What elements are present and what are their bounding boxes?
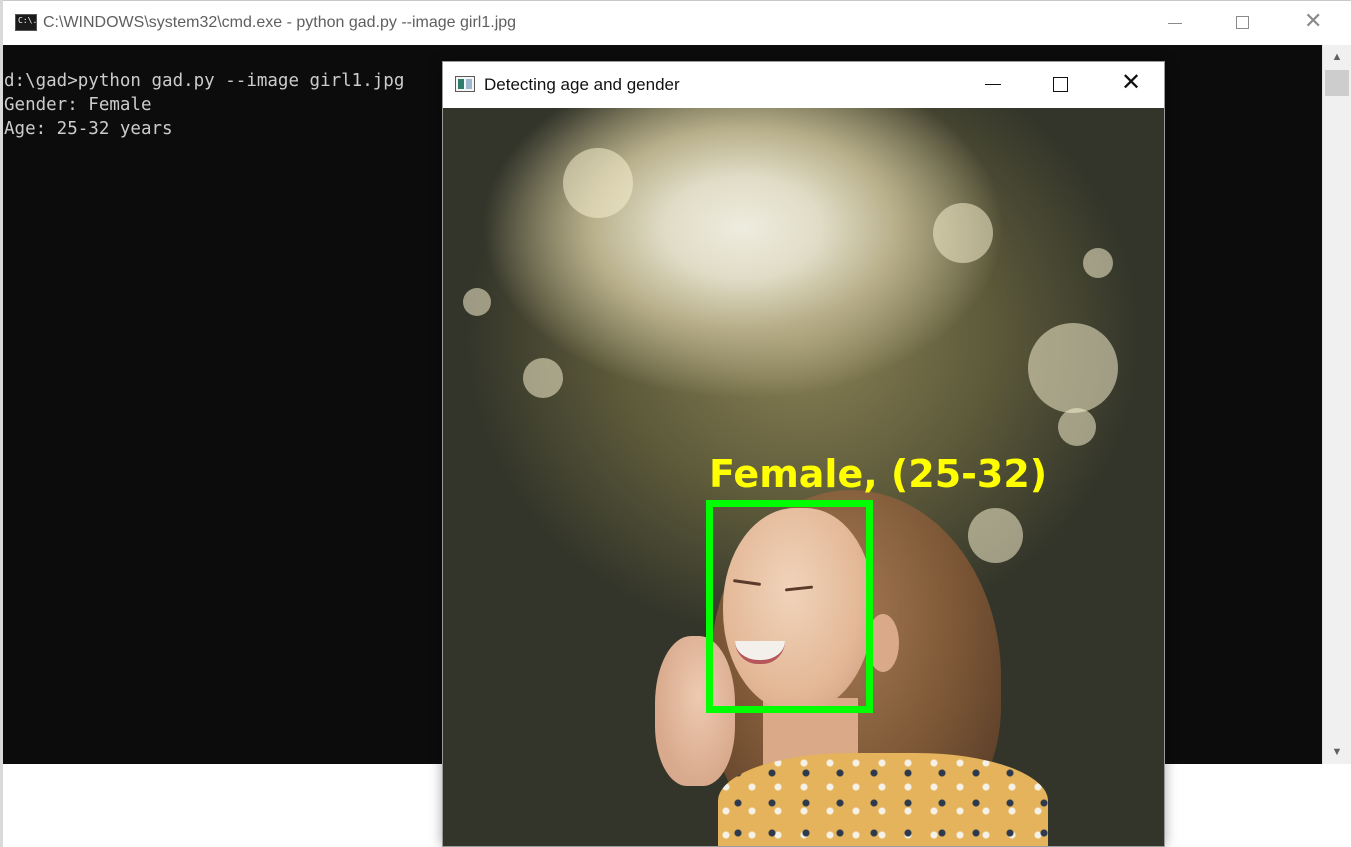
detection-label: Female, (25-32) xyxy=(709,452,1048,496)
cmd-titlebar[interactable]: C:\. C:\WINDOWS\system32\cmd.exe - pytho… xyxy=(3,0,1351,45)
cmd-icon-text: C:\. xyxy=(18,16,38,25)
close-icon: ✕ xyxy=(1304,8,1323,33)
cmd-minimize-button[interactable] xyxy=(1141,1,1209,45)
face-detection-box xyxy=(706,500,873,713)
console-line: Gender: Female xyxy=(4,95,152,115)
floral-dress xyxy=(718,753,1048,846)
minimize-icon xyxy=(1168,23,1182,24)
cmd-maximize-button[interactable] xyxy=(1209,1,1277,45)
bokeh-light xyxy=(463,288,491,316)
console-line: Age: 25-32 years xyxy=(4,119,173,139)
bokeh-light xyxy=(1083,248,1113,278)
scroll-down-arrow-icon[interactable]: ▼ xyxy=(1323,743,1351,761)
bokeh-light xyxy=(1058,408,1096,446)
console-line: d:\gad>python gad.py --image girl1.jpg xyxy=(4,71,405,91)
image-window-titlebar[interactable]: Detecting age and gender ✕ xyxy=(443,62,1164,108)
cmd-icon[interactable]: C:\. xyxy=(15,14,37,31)
image-maximize-button[interactable] xyxy=(1026,62,1094,108)
image-window: Detecting age and gender ✕ Female, (25-3… xyxy=(442,61,1165,847)
console-text: d:\gad>python gad.py --image girl1.jpg G… xyxy=(4,69,404,141)
minimize-icon xyxy=(985,84,1001,85)
bokeh-light xyxy=(933,203,993,263)
image-window-title: Detecting age and gender xyxy=(484,75,680,94)
opencv-window-icon[interactable] xyxy=(455,76,475,92)
image-close-button[interactable]: ✕ xyxy=(1096,62,1164,108)
image-minimize-button[interactable] xyxy=(957,62,1025,108)
maximize-icon xyxy=(1053,77,1068,92)
detection-photo: Female, (25-32) xyxy=(443,108,1164,846)
vertical-scrollbar[interactable]: ▲ ▼ xyxy=(1322,45,1351,764)
maximize-icon xyxy=(1236,16,1249,29)
bokeh-light xyxy=(523,358,563,398)
scroll-up-arrow-icon[interactable]: ▲ xyxy=(1323,48,1351,66)
cmd-close-button[interactable]: ✕ xyxy=(1279,1,1347,45)
close-icon: ✕ xyxy=(1121,69,1142,96)
bokeh-light xyxy=(563,148,633,218)
bokeh-light xyxy=(1028,323,1118,413)
cmd-window-title: C:\WINDOWS\system32\cmd.exe - python gad… xyxy=(43,14,517,31)
bokeh-light xyxy=(968,508,1023,563)
scroll-thumb[interactable] xyxy=(1325,70,1349,96)
